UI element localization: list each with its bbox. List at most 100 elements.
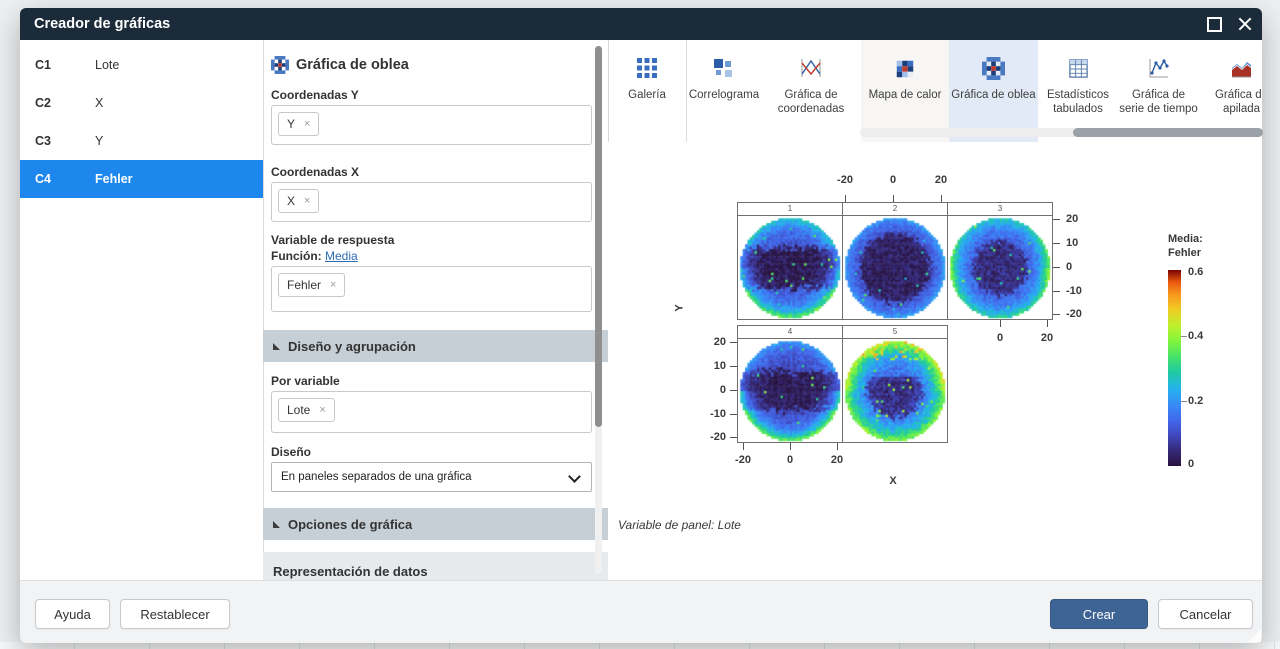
gallery-tile-galeria[interactable]: Galería (608, 40, 687, 143)
gallery-tile-label: Gráfica de apilada (1199, 88, 1262, 116)
gallery-grid-icon (635, 56, 659, 80)
x-tick-mark (790, 443, 791, 450)
chip-remove-icon[interactable]: × (304, 118, 310, 130)
column-name: Y (95, 134, 103, 148)
chip-y[interactable]: Y × (278, 112, 319, 136)
collapse-triangle-icon (273, 343, 280, 350)
wafer-icon (982, 57, 1005, 80)
wafer-plot-preview: -20 0 20 1 2 3 (608, 142, 1262, 580)
help-button[interactable]: Ayuda (35, 599, 110, 629)
panel-variable-caption: Variable de panel: Lote (618, 518, 741, 532)
chip-x[interactable]: X × (278, 189, 319, 213)
background-worksheet-strip (0, 642, 1280, 649)
x-tick-label: -20 (735, 454, 751, 466)
gallery-tile-label: Gráfica de serie de tiempo (1118, 88, 1199, 116)
subsection-title: Representación de datos (273, 564, 428, 579)
chip-label: Y (287, 117, 295, 131)
column-row-c2[interactable]: C2 X (20, 84, 263, 122)
gallery-tile-label: Galería (608, 88, 686, 102)
wafer-panel-3: 3 (947, 202, 1053, 320)
chip-fehler[interactable]: Fehler × (278, 273, 345, 297)
chip-label: Lote (287, 403, 310, 417)
section-title: Diseño y agrupación (288, 339, 416, 354)
x-tick-label: -20 (837, 174, 853, 186)
settings-panel-title: Gráfica de oblea (296, 57, 409, 73)
column-row-c3[interactable]: C3 Y (20, 122, 263, 160)
x-tick-label: 20 (831, 454, 843, 466)
x-tick-label: 20 (1041, 332, 1053, 344)
x-tick-mark (743, 443, 744, 450)
correlogram-icon (712, 56, 736, 80)
legend-title: Media: (1160, 232, 1260, 246)
gallery-tile-label: Correlograma (687, 88, 761, 102)
wafer-canvas-5 (843, 339, 947, 443)
legend-tick-label: 0 (1188, 458, 1194, 470)
create-button[interactable]: Crear (1050, 599, 1148, 629)
x-tick-mark (893, 195, 894, 202)
gallery-tile-correlograma[interactable]: Correlograma (687, 40, 761, 143)
dialog-body: C1 Lote C2 X C3 Y C4 Fehler (20, 40, 1262, 580)
column-row-c4-selected[interactable]: C4 Fehler (20, 160, 263, 198)
column-id: C3 (20, 134, 95, 148)
maximize-icon[interactable] (1207, 17, 1222, 32)
y-tick-mark (730, 414, 737, 415)
wafer-panel-2: 2 (842, 202, 948, 320)
y-tick-mark (1053, 243, 1060, 244)
reset-button[interactable]: Restablecer (120, 599, 230, 629)
section-title: Opciones de gráfica (288, 517, 412, 532)
time-series-icon (1147, 56, 1171, 80)
chip-remove-icon[interactable]: × (304, 195, 310, 207)
y-tick-label: 20 (1066, 213, 1078, 225)
wafer-canvas-1 (738, 216, 842, 320)
settings-scrollbar-thumb[interactable] (595, 46, 602, 427)
y-tick-label: -20 (1066, 308, 1082, 320)
section-design-grouping[interactable]: Diseño y agrupación (263, 330, 608, 362)
chip-remove-icon[interactable]: × (330, 279, 336, 291)
x-tick-mark (941, 195, 942, 202)
coord-y-field[interactable]: Y × (271, 105, 592, 145)
cancel-button[interactable]: Cancelar (1158, 599, 1253, 629)
x-tick-mark (837, 443, 838, 450)
design-label: Diseño (271, 445, 311, 459)
y-tick-mark (730, 390, 737, 391)
legend-tick-label: 0.6 (1188, 266, 1203, 278)
y-tick-mark (730, 437, 737, 438)
function-media-link[interactable]: Media (325, 249, 358, 263)
resize-grip[interactable] (1248, 629, 1261, 642)
y-tick-label: 0 (692, 384, 726, 396)
y-tick-mark (730, 366, 737, 367)
legend-tick-label: 0.4 (1188, 330, 1203, 342)
legend-tick-label: 0.2 (1188, 395, 1203, 407)
y-tick-mark (1053, 291, 1060, 292)
chip-lote[interactable]: Lote × (278, 398, 335, 422)
panel-number: 5 (843, 326, 947, 339)
wafer-panel-1: 1 (737, 202, 843, 320)
subsection-data-representation[interactable]: Representación de datos (263, 552, 608, 580)
gallery-tile-coordenadas[interactable]: Gráfica de coordenadas (761, 40, 861, 143)
by-variable-field[interactable]: Lote × (271, 391, 592, 433)
response-variable-field[interactable]: Fehler × (271, 266, 592, 312)
column-name: Lote (95, 58, 119, 72)
worksheet-column-list: C1 Lote C2 X C3 Y C4 Fehler (20, 40, 264, 580)
chip-remove-icon[interactable]: × (319, 404, 325, 416)
close-icon[interactable] (1238, 17, 1252, 31)
stacked-area-icon (1229, 56, 1254, 80)
dialog-title: Creador de gráficas (20, 16, 170, 32)
gallery-scrollbar-thumb[interactable] (1073, 128, 1263, 137)
color-legend: Media: Fehler 0.6 0.4 0.2 0 (1160, 232, 1260, 260)
x-tick-mark (1047, 320, 1048, 327)
x-tick-label: 20 (935, 174, 947, 186)
heatmap-icon (894, 58, 916, 80)
y-tick-label: -20 (692, 431, 726, 443)
section-graph-options[interactable]: Opciones de gráfica (263, 508, 608, 540)
coord-x-field[interactable]: X × (271, 182, 592, 222)
x-tick-label: 0 (997, 332, 1003, 344)
design-dropdown-value: En paneles separados de una gráfica (281, 471, 472, 483)
column-row-c1[interactable]: C1 Lote (20, 46, 263, 84)
dialog-footer: Ayuda Restablecer Crear Cancelar (20, 580, 1262, 643)
chip-label: Fehler (287, 278, 321, 292)
legend-subtitle: Fehler (1160, 246, 1260, 260)
wafer-canvas-3 (948, 216, 1052, 320)
design-dropdown[interactable]: En paneles separados de una gráfica (271, 462, 592, 492)
y-axis-title: Y (674, 304, 686, 311)
